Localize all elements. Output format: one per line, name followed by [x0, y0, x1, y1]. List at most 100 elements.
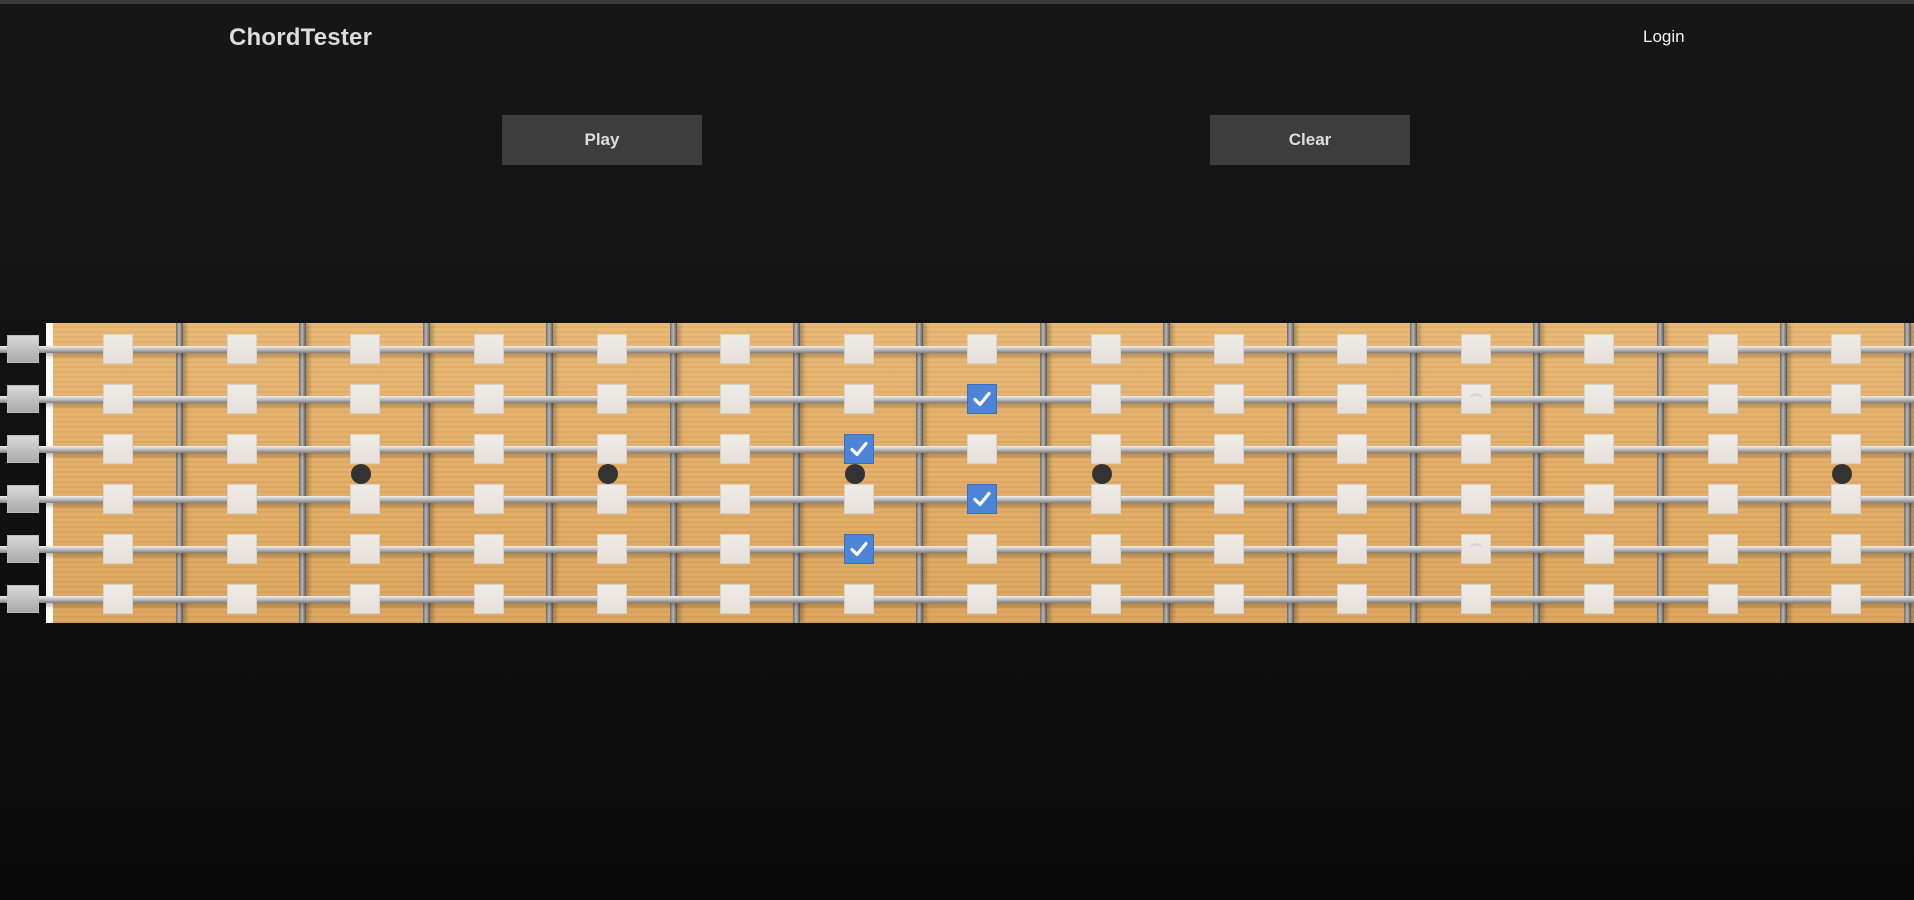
fret-note-checkbox[interactable]	[1460, 584, 1491, 614]
fret-note-checkbox[interactable]	[596, 584, 627, 614]
login-link[interactable]: Login	[1643, 27, 1685, 47]
fret-note-checkbox[interactable]	[1707, 534, 1738, 564]
fret-note-checkbox[interactable]	[1584, 384, 1615, 414]
fret-note-checkbox[interactable]	[103, 534, 134, 564]
fret-note-checkbox[interactable]	[1337, 384, 1368, 414]
fret-note-checkbox[interactable]	[1584, 434, 1615, 464]
fret-note-checkbox[interactable]	[1707, 484, 1738, 514]
fret-note-checkbox[interactable]	[1337, 534, 1368, 564]
fret-note-checkbox[interactable]	[596, 534, 627, 564]
fret-note-checkbox[interactable]	[967, 534, 998, 564]
fret-note-checkbox[interactable]	[843, 334, 874, 364]
fret-note-checkbox[interactable]	[1460, 434, 1491, 464]
open-string-checkbox[interactable]	[7, 335, 39, 363]
open-string-checkbox[interactable]	[7, 585, 39, 613]
fret-note-checkbox[interactable]	[596, 334, 627, 364]
fret-note-checkbox[interactable]	[226, 534, 257, 564]
fret-note-checkbox[interactable]	[1460, 534, 1491, 564]
fret-note-checkbox[interactable]	[596, 434, 627, 464]
fret-note-checkbox[interactable]	[1830, 384, 1861, 414]
fret-note-checkbox[interactable]	[1830, 584, 1861, 614]
fret-note-checkbox[interactable]	[1830, 434, 1861, 464]
fret-note-checkbox[interactable]	[103, 484, 134, 514]
fret-note-checkbox[interactable]	[473, 334, 504, 364]
fret-note-checkbox[interactable]	[720, 434, 751, 464]
fret-note-checkbox[interactable]	[1090, 484, 1121, 514]
fret-note-checkbox[interactable]	[1213, 484, 1244, 514]
fret-note-checkbox[interactable]	[350, 484, 381, 514]
fret-note-checkbox[interactable]	[967, 434, 998, 464]
app-title[interactable]: ChordTester	[229, 24, 372, 52]
fret-note-checkbox[interactable]	[473, 484, 504, 514]
fret-note-checkbox[interactable]	[843, 484, 874, 514]
fret-note-checkbox[interactable]	[1584, 334, 1615, 364]
fret-note-checkbox[interactable]	[843, 534, 874, 564]
fret-note-checkbox[interactable]	[596, 484, 627, 514]
open-string-checkbox[interactable]	[7, 485, 39, 513]
fret-note-checkbox[interactable]	[1213, 334, 1244, 364]
fret-note-checkbox[interactable]	[350, 584, 381, 614]
fret-note-checkbox[interactable]	[843, 434, 874, 464]
fret-note-checkbox[interactable]	[720, 384, 751, 414]
fret-note-checkbox[interactable]	[1337, 334, 1368, 364]
fret-note-checkbox[interactable]	[473, 534, 504, 564]
fret-note-checkbox[interactable]	[1584, 584, 1615, 614]
fret-note-checkbox[interactable]	[1090, 434, 1121, 464]
fret-note-checkbox[interactable]	[1213, 534, 1244, 564]
fret-note-checkbox[interactable]	[103, 384, 134, 414]
fret-note-checkbox[interactable]	[1213, 584, 1244, 614]
fret-note-checkbox[interactable]	[1460, 334, 1491, 364]
fret-note-checkbox[interactable]	[596, 384, 627, 414]
fret-note-checkbox[interactable]	[1213, 434, 1244, 464]
fret-note-checkbox[interactable]	[350, 534, 381, 564]
fret-note-checkbox[interactable]	[1707, 334, 1738, 364]
fret-note-checkbox[interactable]	[720, 534, 751, 564]
fret-note-checkbox[interactable]	[1337, 484, 1368, 514]
fret-note-checkbox[interactable]	[967, 484, 998, 514]
fret-note-checkbox[interactable]	[226, 434, 257, 464]
open-string-checkbox[interactable]	[7, 385, 39, 413]
fret-note-checkbox[interactable]	[473, 434, 504, 464]
fret-note-checkbox[interactable]	[1830, 484, 1861, 514]
fret-note-checkbox[interactable]	[1707, 384, 1738, 414]
fret-note-checkbox[interactable]	[1830, 334, 1861, 364]
fret-note-checkbox[interactable]	[1460, 384, 1491, 414]
fret-note-checkbox[interactable]	[226, 484, 257, 514]
fret-note-checkbox[interactable]	[473, 584, 504, 614]
fret-note-checkbox[interactable]	[1707, 584, 1738, 614]
fret-note-checkbox[interactable]	[1584, 534, 1615, 564]
fret-note-checkbox[interactable]	[1830, 534, 1861, 564]
fret-note-checkbox[interactable]	[473, 384, 504, 414]
fret-note-checkbox[interactable]	[1213, 384, 1244, 414]
clear-button[interactable]: Clear	[1210, 115, 1410, 165]
fret-note-checkbox[interactable]	[720, 584, 751, 614]
fret-note-checkbox[interactable]	[226, 334, 257, 364]
fret-note-checkbox[interactable]	[843, 384, 874, 414]
play-button[interactable]: Play	[502, 115, 702, 165]
fret-note-checkbox[interactable]	[103, 434, 134, 464]
fret-note-checkbox[interactable]	[350, 334, 381, 364]
fret-note-checkbox[interactable]	[967, 584, 998, 614]
fret-note-checkbox[interactable]	[1337, 584, 1368, 614]
fret-note-checkbox[interactable]	[1460, 484, 1491, 514]
open-string-checkbox[interactable]	[7, 535, 39, 563]
open-string-checkbox[interactable]	[7, 435, 39, 463]
fret-note-checkbox[interactable]	[720, 484, 751, 514]
fret-note-checkbox[interactable]	[967, 334, 998, 364]
fret-note-checkbox[interactable]	[103, 334, 134, 364]
fret-note-checkbox[interactable]	[1090, 534, 1121, 564]
fret-note-checkbox[interactable]	[1090, 334, 1121, 364]
fret-note-checkbox[interactable]	[1090, 584, 1121, 614]
fret-note-checkbox[interactable]	[350, 384, 381, 414]
fret-note-checkbox[interactable]	[1584, 484, 1615, 514]
fret-note-checkbox[interactable]	[967, 384, 998, 414]
fret-note-checkbox[interactable]	[720, 334, 751, 364]
fret-note-checkbox[interactable]	[1337, 434, 1368, 464]
fret-note-checkbox[interactable]	[103, 584, 134, 614]
fret-note-checkbox[interactable]	[1090, 384, 1121, 414]
fret-note-checkbox[interactable]	[843, 584, 874, 614]
fret-note-checkbox[interactable]	[226, 584, 257, 614]
fret-note-checkbox[interactable]	[1707, 434, 1738, 464]
fret-note-checkbox[interactable]	[350, 434, 381, 464]
fret-note-checkbox[interactable]	[226, 384, 257, 414]
